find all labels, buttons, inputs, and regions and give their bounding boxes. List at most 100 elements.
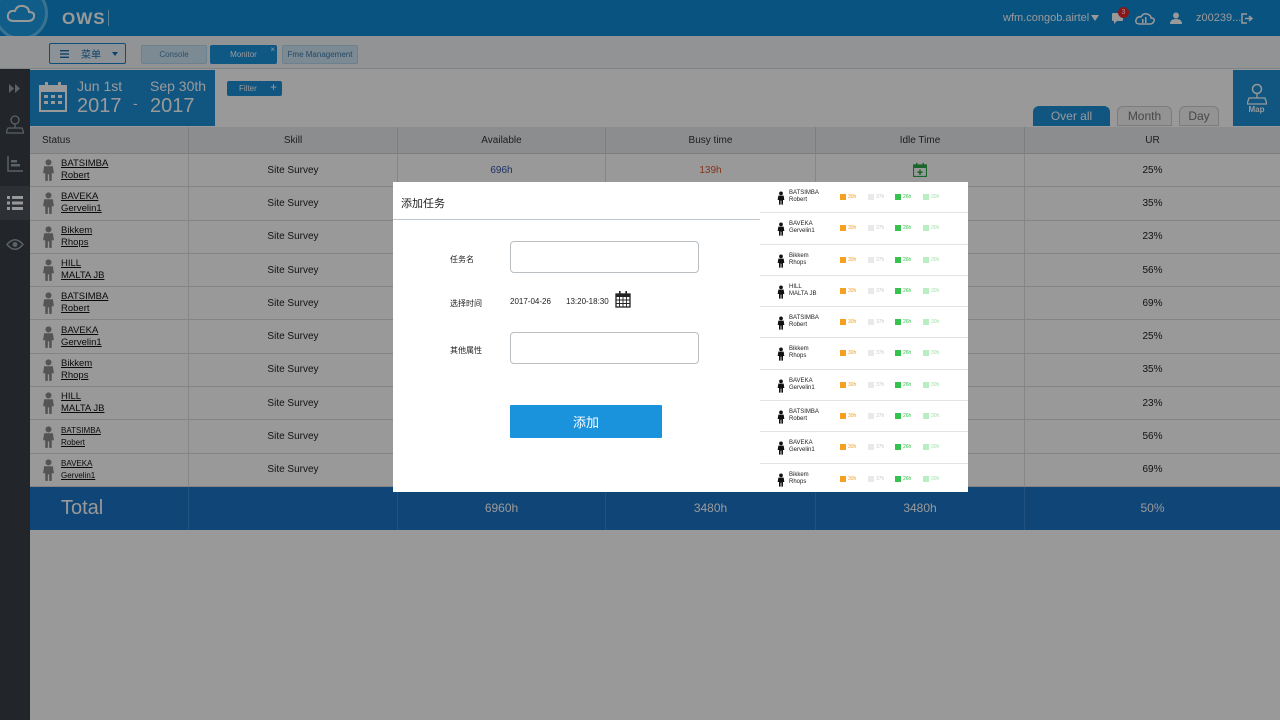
time-label: 选择时间: [450, 299, 482, 308]
date-value[interactable]: 2017-04-26: [510, 297, 551, 306]
legend-swatch: [895, 225, 901, 232]
availability-row[interactable]: BAVEKA Gervelin1 30h 37h 26h 30h: [760, 370, 968, 402]
hours-value: 30h: [931, 319, 940, 326]
person-icon: [777, 285, 785, 304]
legend-swatch: [923, 413, 929, 420]
hours-value: 30h: [848, 350, 857, 357]
hours-value: 30h: [848, 225, 857, 232]
dialog-title: 添加任务: [401, 198, 445, 210]
legend-swatch: [840, 350, 846, 357]
legend-swatch: [895, 319, 901, 326]
person-icon: [777, 473, 785, 492]
hours-value: 37h: [876, 444, 885, 451]
staff-name-first: BAVEKA: [789, 440, 813, 447]
availability-row[interactable]: Bikkem Rhops 30h 37h 26h 30h: [760, 338, 968, 370]
legend-swatch: [923, 319, 929, 326]
hours-value: 37h: [876, 381, 885, 388]
calendar-icon[interactable]: [615, 291, 631, 308]
availability-row[interactable]: Bikkem Rhops 30h 37h 26h 30h: [760, 245, 968, 276]
legend-swatch: [868, 444, 874, 451]
hours-value: 26h: [903, 350, 912, 357]
hours-value: 30h: [848, 444, 857, 451]
hours-value: 30h: [931, 413, 940, 420]
legend-swatch: [868, 350, 874, 357]
staff-name-first: BATSIMBA: [789, 315, 819, 322]
legend-swatch: [840, 381, 846, 388]
staff-name-last: Robert: [789, 322, 808, 329]
legend-swatch: [868, 225, 874, 232]
staff-name-first: BATSIMBA: [789, 409, 819, 416]
time-value[interactable]: 13:20-18:30: [566, 297, 609, 306]
hours-value: 30h: [931, 225, 940, 232]
hours-value: 26h: [903, 194, 912, 200]
legend-swatch: [868, 319, 874, 326]
task-name-input[interactable]: [510, 241, 699, 273]
legend-swatch: [895, 350, 901, 357]
availability-row[interactable]: BAVEKA Gervelin1 30h 37h 26h 30h: [760, 432, 968, 464]
hours-value: 26h: [903, 413, 912, 420]
dialog-divider: [393, 219, 760, 220]
staff-name: Bikkem Rhops: [789, 253, 809, 267]
staff-name-last: MALTA JB: [789, 290, 817, 297]
legend-swatch: [895, 194, 901, 200]
hours-value: 37h: [876, 413, 885, 420]
staff-name: BAVEKA Gervelin1: [789, 378, 815, 392]
legend-swatch: [840, 319, 846, 326]
hours-value: 30h: [848, 256, 857, 263]
other-attributes-label: 其他属性: [450, 346, 482, 355]
hours-value: 30h: [931, 287, 940, 294]
add-button[interactable]: 添加: [510, 405, 662, 438]
availability-row[interactable]: BAVEKA Gervelin1 30h 37h 26h 30h: [760, 213, 968, 245]
legend-swatch: [840, 475, 846, 482]
legend-swatch: [840, 256, 846, 263]
legend-swatch: [895, 413, 901, 420]
staff-name: BAVEKA Gervelin1: [789, 221, 815, 235]
legend-swatch: [923, 194, 929, 200]
hours-value: 37h: [876, 319, 885, 326]
legend-swatch: [868, 475, 874, 482]
add-task-dialog: 添加任务 任务名 选择时间 2017-04-26 13:20-18:30 其他属…: [393, 182, 968, 492]
hours-value: 26h: [903, 256, 912, 263]
person-icon: [777, 191, 785, 210]
staff-name-last: Rhops: [789, 259, 807, 266]
person-icon: [777, 222, 785, 241]
person-icon: [777, 347, 785, 366]
legend-swatch: [923, 444, 929, 451]
staff-name-last: Gervelin1: [789, 447, 815, 454]
legend-swatch: [840, 287, 846, 294]
staff-name-first: Bikkem: [789, 252, 809, 259]
availability-row[interactable]: Bikkem Rhops 30h 37h 26h 30h: [760, 464, 968, 492]
hours-value: 26h: [903, 475, 912, 482]
legend-swatch: [840, 444, 846, 451]
staff-name: BATSIMBA Robert: [789, 190, 819, 204]
legend-swatch: [923, 475, 929, 482]
staff-name-first: HILL: [789, 283, 802, 290]
staff-name: BAVEKA Gervelin1: [789, 440, 815, 454]
availability-row[interactable]: BATSIMBA Robert 30h 37h 26h 30h: [760, 182, 968, 214]
hours-value: 26h: [903, 381, 912, 388]
hours-value: 26h: [903, 319, 912, 326]
staff-name-first: Bikkem: [789, 471, 809, 478]
staff-name: BATSIMBA Robert: [789, 409, 819, 423]
hours-value: 30h: [848, 287, 857, 294]
legend-swatch: [895, 256, 901, 263]
availability-row[interactable]: BATSIMBA Robert 30h 37h 26h 30h: [760, 307, 968, 339]
hours-value: 26h: [903, 287, 912, 294]
availability-row[interactable]: BATSIMBA Robert 30h 37h 26h 30h: [760, 401, 968, 433]
staff-name: HILL MALTA JB: [789, 284, 816, 298]
staff-name-last: Rhops: [789, 478, 807, 485]
hours-value: 30h: [931, 194, 940, 200]
legend-swatch: [923, 350, 929, 357]
staff-name-last: Robert: [789, 416, 808, 423]
staff-availability-list: BATSIMBA Robert 30h 37h 26h 30h BAVEKA Gervelin…: [760, 182, 968, 492]
hours-value: 30h: [848, 194, 857, 200]
legend-swatch: [868, 413, 874, 420]
staff-name-last: Robert: [789, 197, 808, 203]
legend-swatch: [868, 194, 874, 200]
hours-value: 30h: [848, 319, 857, 326]
other-attributes-input[interactable]: [510, 332, 699, 364]
legend-swatch: [895, 381, 901, 388]
person-icon: [777, 410, 785, 429]
availability-row[interactable]: HILL MALTA JB 30h 37h 26h 30h: [760, 276, 968, 308]
hours-value: 37h: [876, 225, 885, 232]
